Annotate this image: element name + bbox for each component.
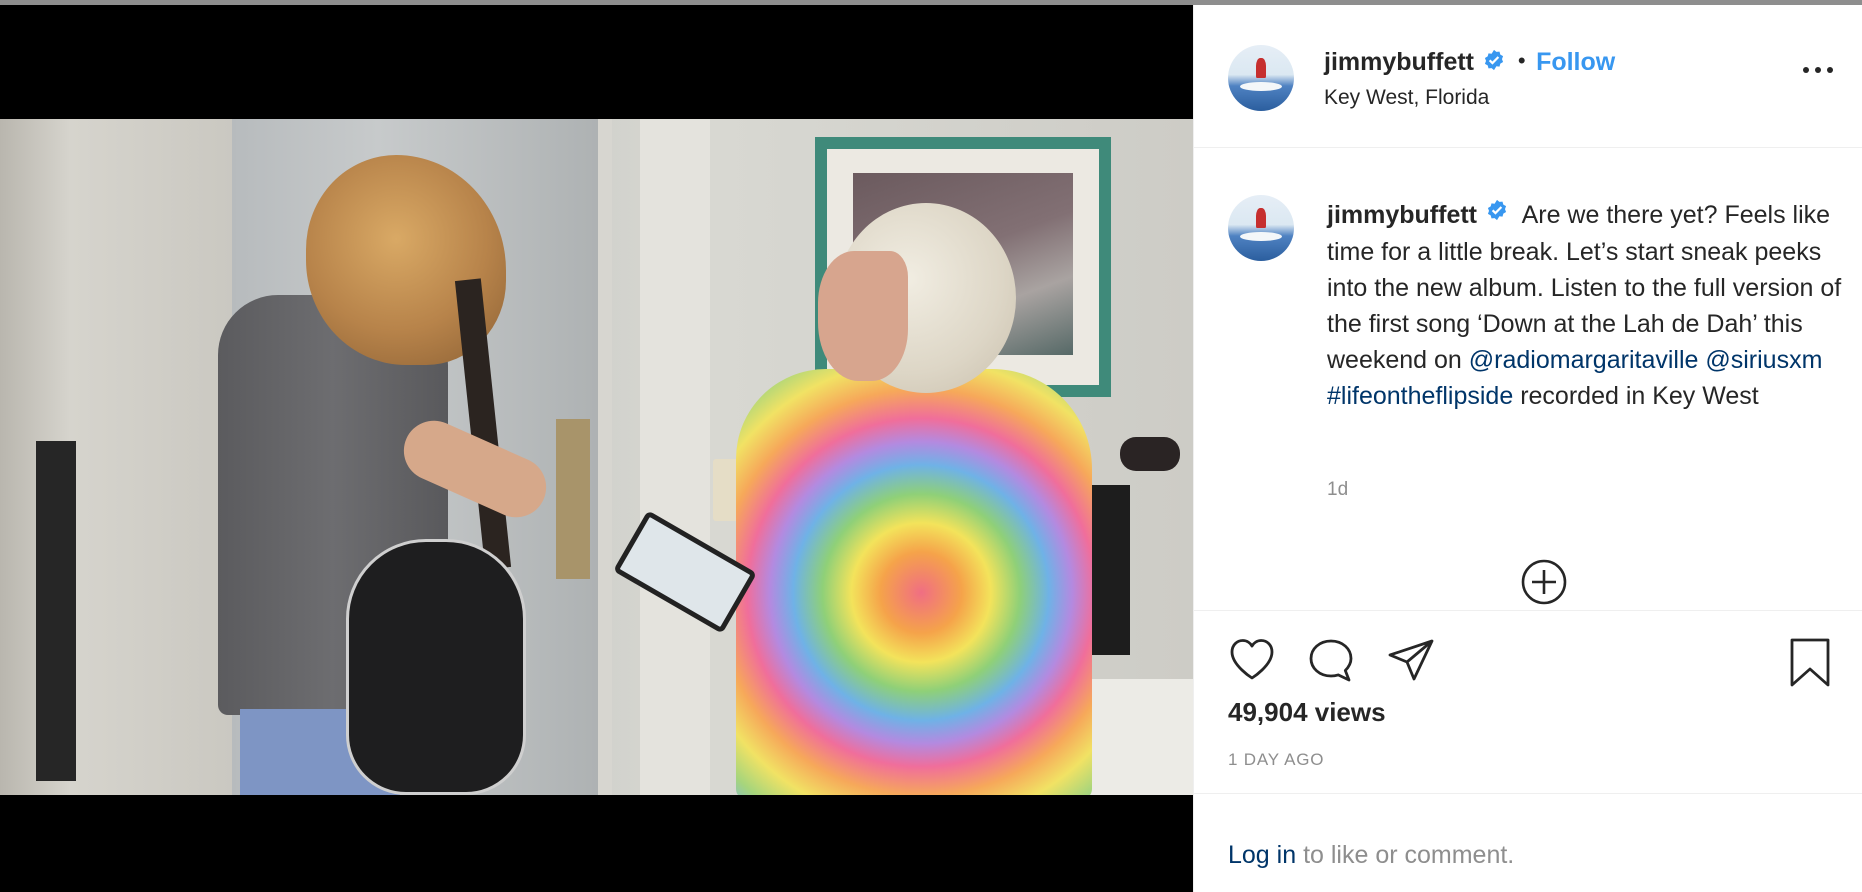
post-date: 1 DAY AGO (1228, 750, 1325, 769)
follow-button[interactable]: Follow (1536, 48, 1615, 76)
mention-link[interactable]: @siriusxm (1705, 346, 1822, 374)
verified-badge-icon (1483, 49, 1505, 76)
verified-badge-icon (1486, 195, 1508, 231)
comment-icon[interactable] (1307, 637, 1355, 688)
paper-plane-icon[interactable] (1386, 637, 1436, 688)
hashtag-link[interactable]: #lifeontheflipside (1327, 382, 1513, 410)
media-pane[interactable] (0, 5, 1193, 892)
bookmark-icon[interactable] (1788, 637, 1832, 692)
caption-username[interactable]: jimmybuffett (1327, 201, 1477, 229)
post-header: jimmybuffett • Follow Key West, Florida (1194, 5, 1862, 148)
caption-text: recorded in Key West (1520, 382, 1759, 411)
separator-dot: • (1517, 48, 1526, 73)
view-count[interactable]: 49,904 views (1228, 697, 1386, 728)
caption-avatar[interactable] (1228, 195, 1294, 261)
post-video[interactable] (0, 119, 1193, 795)
mention-link[interactable]: @radiomargaritaville (1469, 346, 1699, 374)
login-link[interactable]: Log in (1228, 841, 1296, 869)
action-bar (1194, 611, 1862, 687)
caption-age: 1d (1327, 479, 1349, 500)
tie-dye-singer (736, 369, 1092, 795)
comments-section: jimmybuffett Are we there yet? Feels lik… (1194, 149, 1862, 611)
more-options-icon[interactable] (1803, 67, 1833, 79)
plus-circle-icon[interactable] (1520, 558, 1568, 606)
login-prompt: Log in to like or comment. (1194, 793, 1862, 892)
avatar[interactable] (1228, 45, 1294, 111)
header-username[interactable]: jimmybuffett (1324, 48, 1474, 76)
login-rest-text: to like or comment. (1296, 841, 1515, 869)
guitar (346, 539, 526, 795)
heart-icon[interactable] (1228, 637, 1276, 686)
location-link[interactable]: Key West, Florida (1324, 86, 1489, 110)
post-side-panel: jimmybuffett • Follow Key West, Florida … (1193, 5, 1862, 892)
post-caption: jimmybuffett Are we there yet? Feels lik… (1327, 197, 1847, 414)
